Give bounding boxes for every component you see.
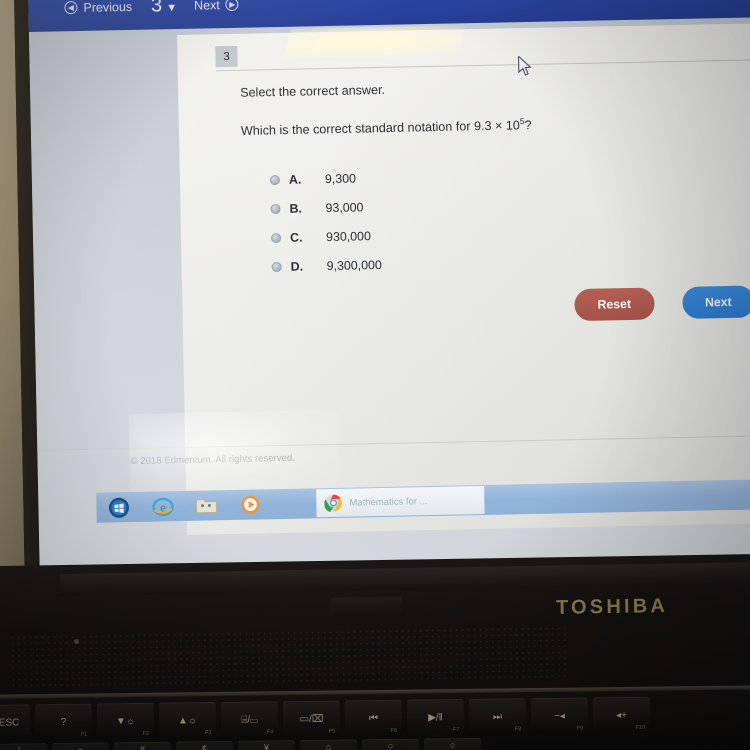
media-player-icon[interactable]	[228, 489, 273, 520]
key-f2-brightness-down[interactable]: ▼☼ F2	[96, 702, 155, 740]
card-hairline-divider	[215, 59, 750, 72]
key-f10-fn: F10	[635, 724, 646, 731]
answer-options-list: A. 9,300 B. 93,000 C. 930,000 D. 9,300,0…	[269, 163, 382, 281]
key-f10-volume-up[interactable]: ◂+ F10	[592, 696, 651, 734]
laptop-vent	[329, 596, 403, 614]
question-number-badge: 3	[215, 45, 238, 68]
key-f4-display[interactable]: ⌸/▭ F4	[220, 701, 279, 738]
internet-explorer-icon[interactable]: e	[140, 491, 185, 522]
previous-label: Previous	[83, 0, 133, 15]
svg-text:e: e	[160, 500, 166, 514]
current-question-number: 3	[150, 0, 163, 17]
key-f3-fn: F3	[204, 730, 212, 737]
next-button[interactable]: Next	[681, 285, 750, 319]
option-letter-b: B.	[289, 201, 303, 216]
folder-icon[interactable]	[184, 490, 229, 521]
key-f5-touchpad[interactable]: ▭/⌧ F5	[282, 700, 341, 738]
radio-button-d[interactable]	[271, 261, 282, 272]
key-f4-fn: F4	[266, 729, 274, 736]
key-f8-fn: F8	[514, 726, 522, 733]
key-f8-glyph: ⏭	[492, 711, 503, 723]
key-number-2[interactable]: #	[113, 741, 172, 750]
question-text-after: ?	[524, 118, 532, 133]
arrow-right-circle-icon: ▶	[225, 0, 239, 12]
radio-button-b[interactable]	[270, 203, 281, 214]
key-f8-next-track[interactable]: ⏭ F8	[468, 698, 527, 735]
option-value-a: 9,300	[324, 170, 357, 186]
key-number-0[interactable]: /	[0, 743, 48, 750]
key-f7-play-pause[interactable]: ▶/‖ F7	[406, 698, 465, 736]
key-f9-volume-down[interactable]: −◂ F9	[530, 697, 589, 735]
taskbar-window-title: Mathematics for ...	[349, 495, 428, 509]
key-f10-glyph: ◂+	[615, 709, 627, 722]
key-number-4[interactable]: ¥	[237, 740, 296, 750]
option-value-d: 9,300,000	[326, 257, 382, 273]
answer-option-a[interactable]: A. 9,300	[269, 163, 381, 194]
taskbar-active-window-chrome[interactable]: Mathematics for ...	[316, 485, 485, 518]
key-f3-glyph: ▲☼	[177, 715, 198, 727]
option-value-b: 93,000	[325, 199, 364, 215]
action-button-row: Reset Next	[574, 285, 750, 322]
key-f5-glyph: ▭/⌧	[299, 713, 324, 725]
key-f2-fn: F2	[142, 730, 150, 737]
question-text: Which is the correct standard notation f…	[241, 116, 532, 138]
key-number-6[interactable]: ○	[361, 738, 420, 750]
radio-button-c[interactable]	[270, 232, 282, 243]
question-card: 3 Select the correct answer. Which is th…	[37, 22, 750, 535]
key-f7-fn: F7	[452, 727, 460, 734]
option-letter-a: A.	[288, 172, 302, 187]
key-f3-brightness-up[interactable]: ▲☼ F3	[158, 702, 217, 739]
reset-button[interactable]: Reset	[574, 287, 655, 322]
instruction-text: Select the correct answer.	[240, 82, 386, 100]
question-text-before: Which is the correct standard notation f…	[240, 118, 521, 138]
key-f7-glyph: ▶/‖	[428, 712, 443, 724]
speaker-grille	[9, 625, 571, 687]
question-navigation: ◀ Previous 3 ▼ Next ▶	[64, 0, 239, 19]
key-esc-label: ESC	[0, 717, 20, 729]
answer-option-d[interactable]: D. 9,300,000	[271, 250, 382, 281]
key-f6-previous-track[interactable]: ⏮ F6	[344, 699, 403, 737]
google-chrome-icon	[324, 494, 342, 513]
answer-option-b[interactable]: B. 93,000	[270, 192, 381, 223]
key-f1-glyph: ?	[60, 716, 67, 728]
toshiba-brand-logo: TOSHIBA	[555, 595, 669, 619]
option-letter-d: D.	[290, 259, 304, 274]
option-value-c: 930,000	[325, 228, 372, 244]
key-number-3[interactable]: ¢	[175, 740, 234, 750]
power-led-indicator	[74, 639, 79, 644]
question-number-dropdown[interactable]: 3 ▼	[151, 0, 177, 18]
key-f1-fn: F1	[80, 731, 88, 738]
key-f6-glyph: ⏮	[368, 713, 379, 725]
copyright-text: © 2018 Edmentum. All rights reserved.	[130, 452, 296, 468]
key-f6-fn: F6	[390, 727, 398, 734]
laptop-photo: 3 Select the correct answer. Which is th…	[0, 0, 750, 750]
next-nav-label: Next	[193, 0, 220, 13]
option-letter-c: C.	[289, 230, 303, 245]
key-f9-glyph: −◂	[553, 710, 565, 722]
answer-option-c[interactable]: C. 930,000	[270, 221, 382, 252]
key-number-1[interactable]: ⌐	[51, 742, 110, 750]
radio-button-a[interactable]	[269, 174, 281, 185]
key-f2-glyph: ▼☼	[115, 716, 136, 728]
key-number-5[interactable]: ⌂	[299, 739, 358, 750]
key-f4-glyph: ⌸/▭	[241, 714, 258, 726]
arrow-left-circle-icon: ◀	[64, 1, 78, 15]
key-esc[interactable]: ESC	[0, 704, 31, 741]
windows-start-orb-icon[interactable]	[96, 492, 141, 523]
chevron-down-icon: ▼	[166, 2, 178, 15]
next-nav-button[interactable]: Next ▶	[194, 0, 239, 12]
key-f9-fn: F9	[576, 725, 584, 732]
key-f1[interactable]: ? F1	[34, 703, 93, 741]
previous-button[interactable]: ◀ Previous	[64, 0, 132, 15]
key-number-7[interactable]: ○	[423, 737, 482, 750]
laptop-screen: 3 Select the correct answer. Which is th…	[28, 0, 750, 586]
key-f5-fn: F5	[328, 728, 336, 735]
